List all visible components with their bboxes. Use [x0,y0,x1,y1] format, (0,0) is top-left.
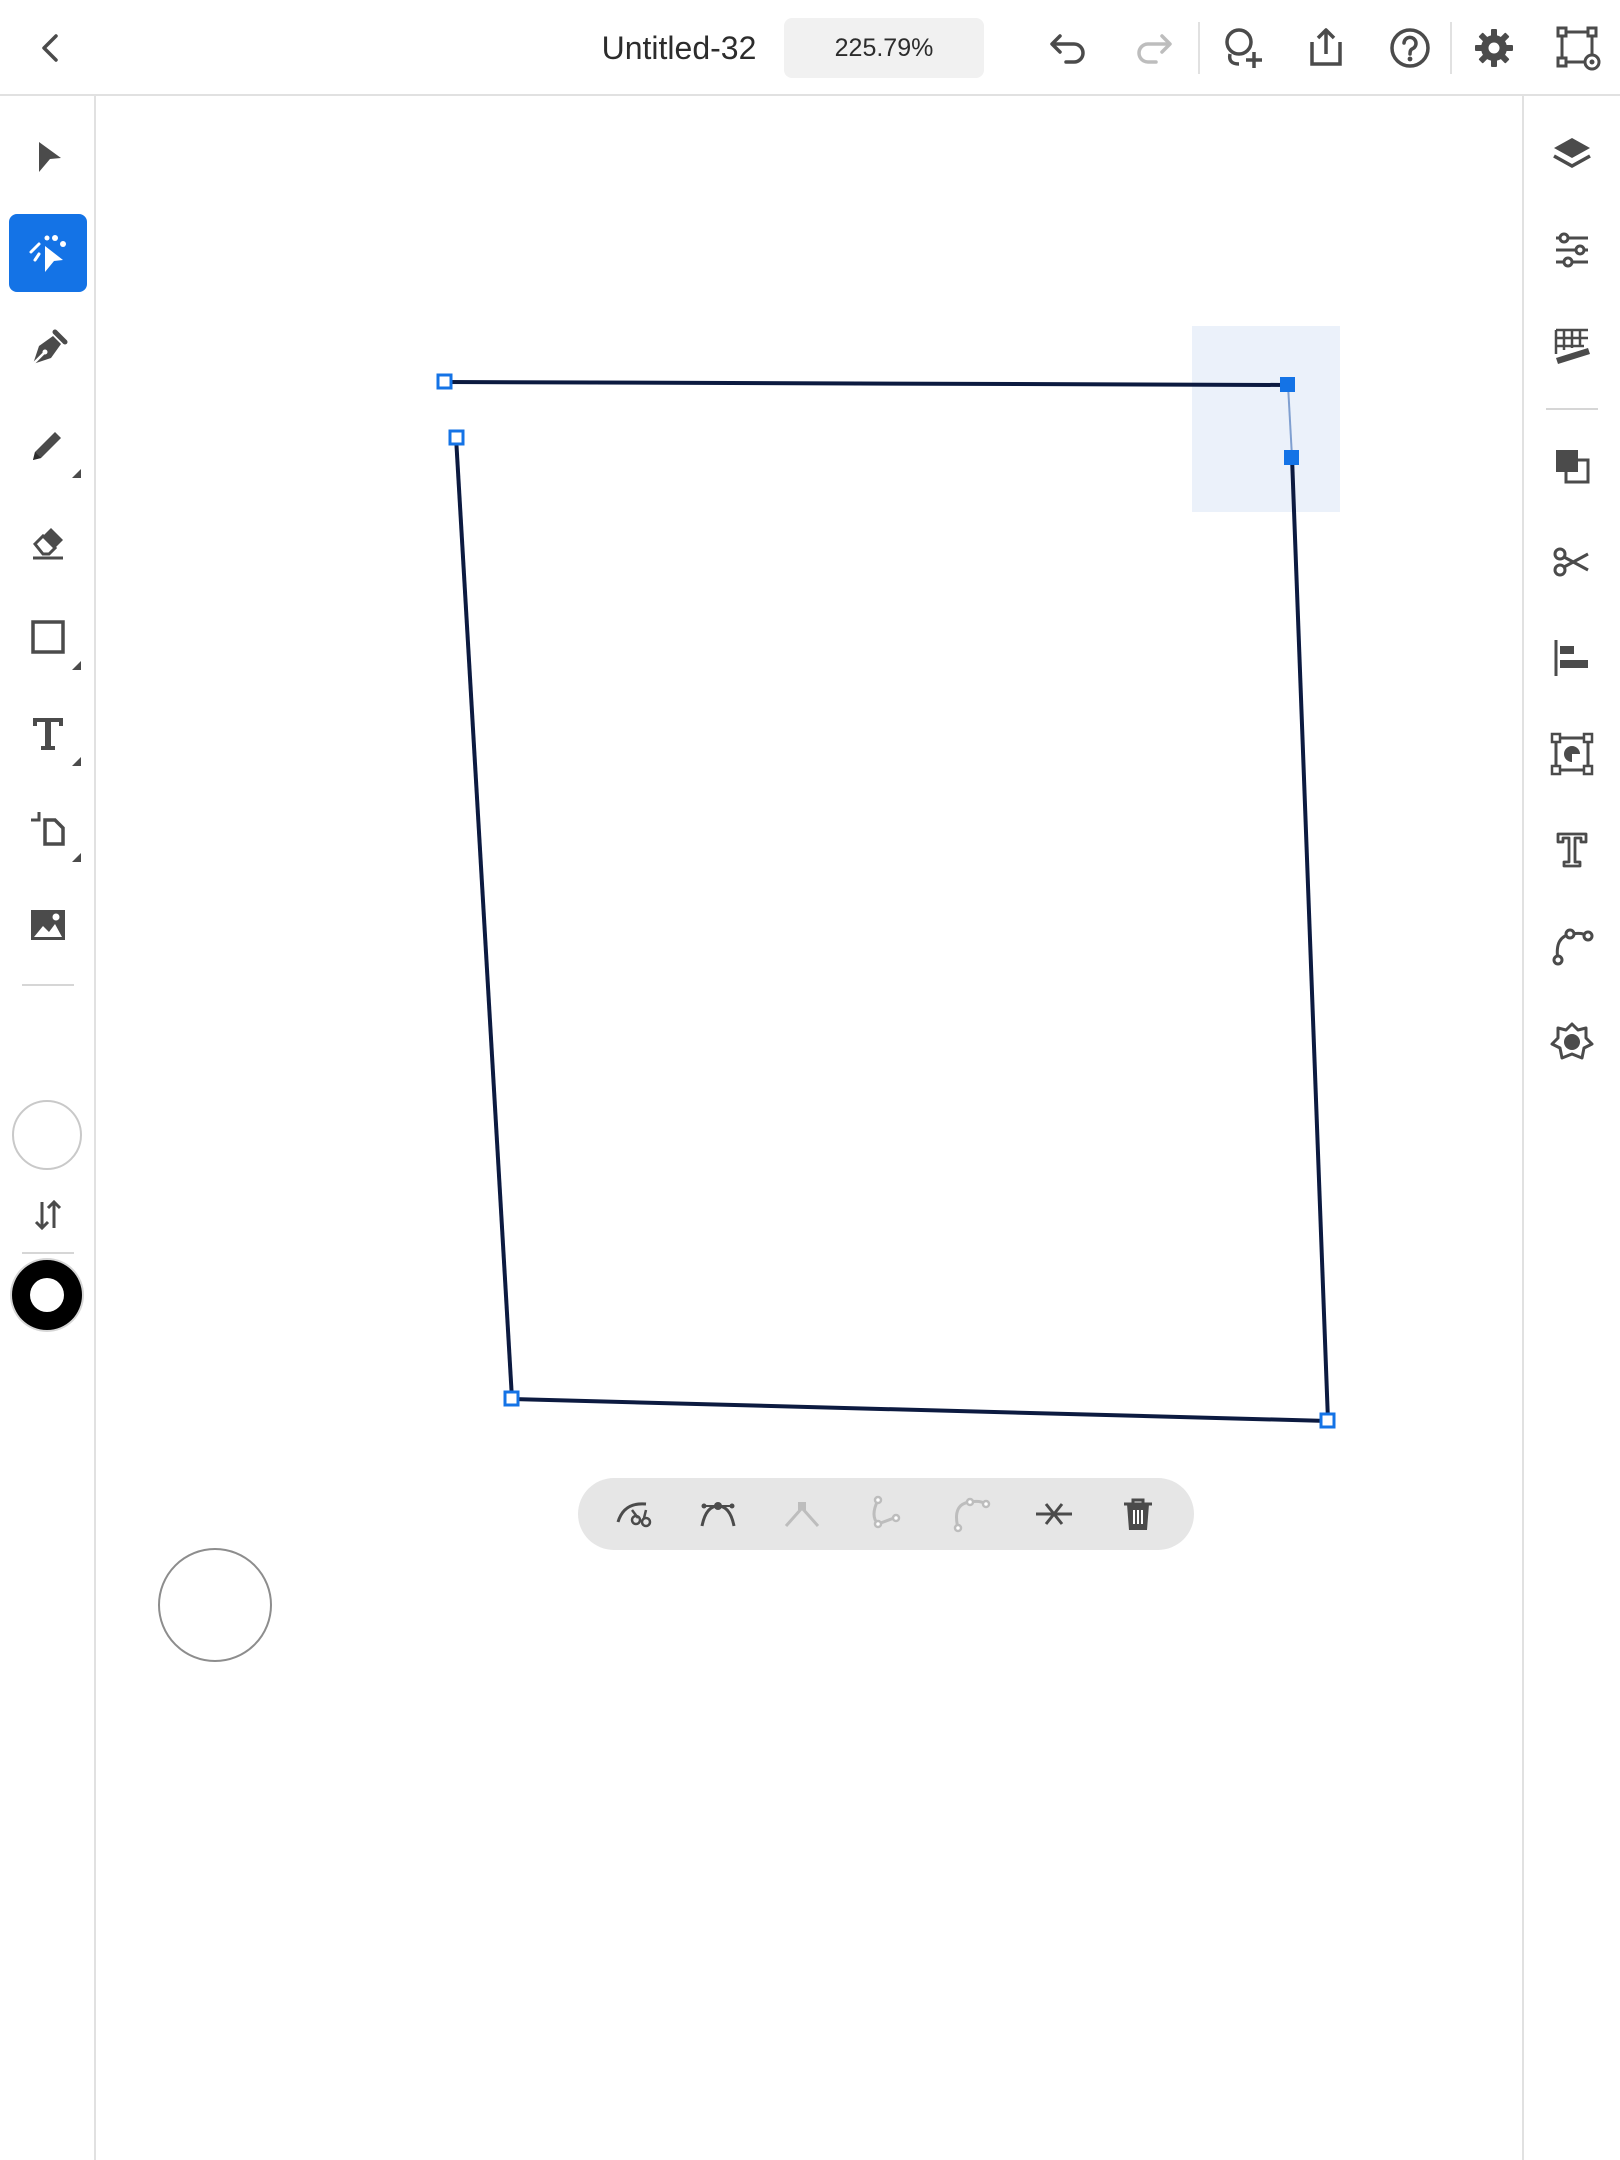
convert-anchor-button[interactable] [862,1490,910,1538]
path-curve-button[interactable] [946,1490,994,1538]
pencil-icon [33,432,61,460]
image-icon [31,910,65,940]
symbols-icon [1550,1022,1594,1060]
help-button[interactable] [1386,24,1434,72]
invite-button[interactable] [1218,24,1266,72]
eraser-tool[interactable] [9,502,87,580]
transform-tool[interactable] [9,790,87,868]
more-tools-indicator [72,853,81,862]
chevron-left-icon [42,34,58,62]
path-view-icon [1556,26,1601,71]
marquee-selection [1192,326,1340,512]
document-title[interactable]: Untitled-32 [560,24,798,72]
type-tool[interactable] [9,694,87,772]
type-options-button[interactable] [1544,822,1600,878]
rectangle-tool[interactable] [9,598,87,676]
scissors-icon [1553,547,1589,577]
type-icon [33,718,63,750]
path-curve-icon [1552,928,1594,966]
more-tools-indicator [72,757,81,766]
selection-tool[interactable] [9,118,87,196]
arrow-pointer-icon [39,142,61,172]
anchor-context-toolbar [578,1478,1194,1550]
more-tools-indicator [72,469,81,478]
share-icon [1310,28,1342,66]
pen-tool[interactable] [9,310,87,388]
scissors-button[interactable] [1544,534,1600,590]
share-button[interactable] [1302,24,1350,72]
type-options-icon [1556,832,1588,868]
swap-arrows-icon [34,1199,62,1231]
convert-anchor-icon [872,1495,901,1529]
panel-divider [1546,408,1598,410]
tools-panel [0,96,96,2160]
align-left-icon [1554,640,1588,676]
stroke-color-swatch[interactable] [12,1260,82,1330]
path-options-button[interactable] [1544,918,1600,974]
zoom-level[interactable]: 225.79% [784,18,984,78]
direct-selection-icon [29,235,66,272]
rectangle-icon [31,620,65,654]
undo-icon [1050,34,1085,64]
layers-icon [1553,138,1591,169]
remove-anchor-icon [1036,1503,1072,1525]
tools-divider [22,984,74,986]
pathfinder-button[interactable] [1544,438,1600,494]
corner-anchor-icon [784,1502,820,1527]
smooth-anchor-button[interactable] [694,1490,742,1538]
cut-path-icon [616,1502,652,1528]
undo-button[interactable] [1044,24,1092,72]
properties-panel [1522,96,1620,2160]
grid-ruler-icon [1554,328,1590,364]
grid-ruler-button[interactable] [1544,318,1600,374]
layers-button[interactable] [1544,126,1600,182]
redo-button[interactable] [1130,24,1178,72]
help-icon [1390,28,1430,68]
redo-icon [1137,34,1172,64]
pencil-tool[interactable] [9,406,87,484]
pathfinder-icon [1556,450,1590,484]
swap-fill-stroke-button[interactable] [27,1194,69,1236]
eraser-icon [32,528,63,560]
transform-icon [31,812,65,846]
back-button[interactable] [30,26,70,70]
toolbar-divider [1198,22,1200,74]
direct-selection-tool[interactable] [9,214,87,292]
top-bar: Untitled-32 225.79% [0,0,1620,96]
touch-shortcut-modifier[interactable] [158,1548,272,1662]
fill-color-swatch[interactable] [12,1100,82,1170]
sliders-icon [1556,232,1588,268]
tools-divider [22,1252,74,1254]
invite-icon [1225,28,1262,68]
place-image-tool[interactable] [9,886,87,964]
path-view-button[interactable] [1554,24,1602,72]
more-tools-indicator [72,661,81,670]
align-button[interactable] [1544,630,1600,686]
trash-icon [1124,1498,1152,1530]
smooth-anchor-icon [700,1502,736,1527]
remove-anchor-button[interactable] [1030,1490,1078,1538]
path-curve-icon [953,1497,991,1533]
toolbar-divider [1450,22,1452,74]
pen-icon [32,329,68,365]
corner-anchor-button[interactable] [778,1490,826,1538]
settings-button[interactable] [1470,24,1518,72]
repeat-button[interactable] [1544,726,1600,782]
cut-path-button[interactable] [610,1490,658,1538]
delete-button[interactable] [1114,1490,1162,1538]
repeat-grid-icon [1550,732,1594,776]
symbols-button[interactable] [1544,1014,1600,1070]
gear-icon [1475,29,1513,67]
properties-button[interactable] [1544,222,1600,278]
